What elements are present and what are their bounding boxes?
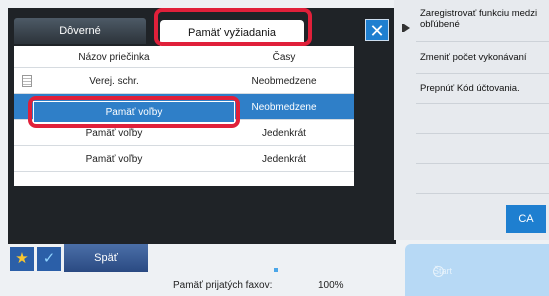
header-name: Názov priečinka	[78, 51, 150, 63]
back-button[interactable]: Späť	[64, 244, 148, 272]
list-header: Názov priečinka Časy	[14, 46, 354, 68]
ca-button[interactable]: CA	[506, 205, 546, 233]
screen: Dôverné Pamäť vyžiadania ✕ Názov priečin…	[0, 0, 549, 296]
row-times: Jedenkrát	[262, 153, 306, 165]
row-times: Neobmedzene	[251, 75, 317, 87]
fax-memory-value: 100%	[318, 280, 344, 291]
menu-empty-3	[416, 166, 549, 194]
close-icon[interactable]: ✕	[365, 19, 389, 41]
menu-register-favorite[interactable]: Zaregistrovať funkciu medzi obľúbené	[416, 6, 549, 42]
row-name: Verej. schr.	[89, 75, 139, 87]
scrollbar-track[interactable]	[360, 46, 390, 266]
header-times: Časy	[272, 51, 296, 63]
table-row[interactable]: Pamäť voľby Jedenkrát	[14, 146, 354, 172]
tab-dovern[interactable]: Dôverné	[14, 18, 146, 44]
action-panel: Zaregistrovať funkciu medzi obľúbené Zme…	[394, 0, 549, 240]
menu-change-count[interactable]: Zmeniť počet vykonávaní	[416, 44, 549, 74]
menu-empty-1	[416, 106, 549, 134]
check-icon[interactable]: ✓	[37, 247, 61, 271]
row-name: Pamäť voľby	[85, 153, 143, 165]
start-button[interactable]: Štart	[405, 244, 549, 296]
tab-highlight-frame	[154, 8, 312, 46]
selected-row-name[interactable]: Pamäť voľby	[33, 101, 235, 123]
star-icon[interactable]: ★	[10, 247, 34, 271]
menu-empty-2	[416, 136, 549, 164]
play-icon	[404, 24, 410, 32]
indicator-mark	[274, 268, 278, 272]
start-label: Štart	[433, 266, 453, 276]
table-row[interactable]: Verej. schr. Neobmedzene	[14, 68, 354, 94]
fax-memory-label: Pamäť prijatých faxov:	[173, 280, 273, 291]
menu-switch-account-code[interactable]: Prepnúť Kód účtovania.	[416, 76, 549, 104]
